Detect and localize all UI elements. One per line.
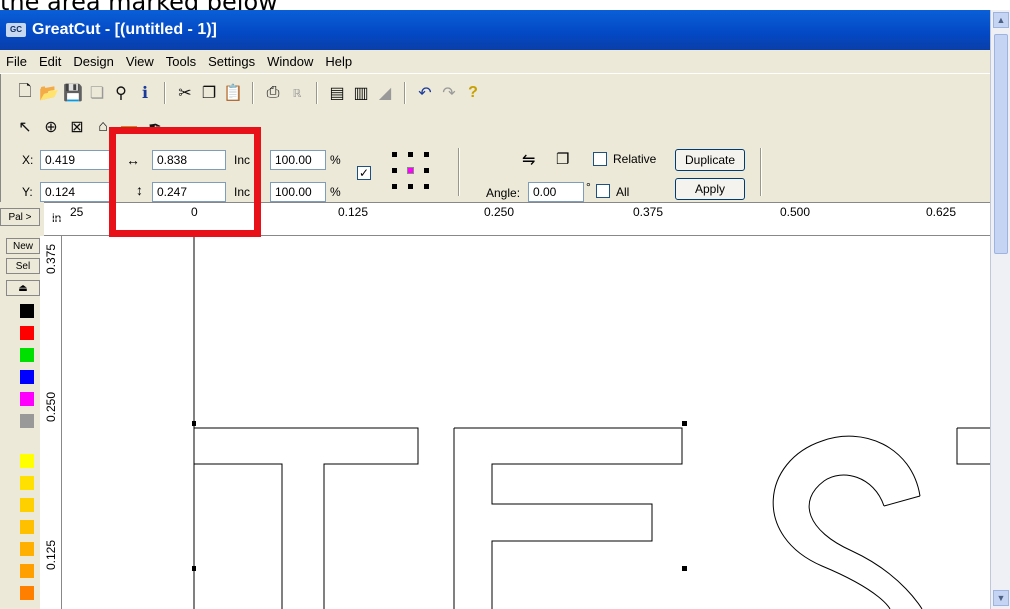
swatch-yellow-3[interactable] [20,498,34,512]
separator [458,148,460,196]
angle-label: Angle: [486,186,521,200]
swatch-blue[interactable] [20,370,34,384]
gray-icon[interactable]: ❏ [86,82,108,104]
caption: the area marked below [0,0,1010,10]
swatch-orange-1[interactable] [20,542,34,556]
window-title: GreatCut - [(untitled - 1)] [32,21,217,38]
anchor-tl[interactable] [392,152,397,157]
copy-props-icon[interactable]: ❐ [556,150,569,168]
swatch-orange-2[interactable] [20,564,34,578]
toolbar-separator [252,82,254,104]
new-button[interactable]: New [6,238,40,254]
register-icon[interactable]: ℝ [286,82,308,104]
swatch-red[interactable] [20,326,34,340]
proportional-checkbox[interactable]: ✓ [357,166,371,180]
menu-help[interactable]: Help [319,54,358,69]
menu-settings[interactable]: Settings [202,54,261,69]
toolbar-separator [404,82,406,104]
menu-file[interactable]: File [0,54,33,69]
highlight-box [109,127,261,237]
pct-h-label: % [330,185,341,199]
separator [760,148,762,196]
x-field[interactable]: 0.419 [40,150,110,170]
swatch-yellow-1[interactable] [20,454,34,468]
paste-icon[interactable]: 📋 [222,82,244,104]
new-icon[interactable]: 🗋 [14,82,36,104]
anchor-br[interactable] [424,184,429,189]
scroll-down-icon[interactable]: ▼ [993,590,1009,606]
page-icon[interactable]: ▤ [326,82,348,104]
duplicate-button[interactable]: Duplicate [675,149,745,171]
greatcut-app-icon: GC [6,23,26,37]
y-label: Y: [22,185,33,199]
degree-label: ° [586,180,591,194]
anchor-mr[interactable] [424,168,429,173]
scroll-thumb[interactable] [994,34,1008,254]
vertical-scrollbar[interactable]: ▲ ▼ [990,10,1010,609]
pct-w-label: % [330,153,341,167]
node-icon[interactable]: ⊕ [40,116,62,138]
export-icon[interactable]: ▥ [350,82,372,104]
swatch-magenta[interactable] [20,392,34,406]
drawing-canvas[interactable] [62,236,990,609]
sel-button[interactable]: Sel [6,258,40,274]
copy-icon[interactable]: ❐ [198,82,220,104]
anchor-ml[interactable] [392,168,397,173]
relative-label: Relative [613,152,657,166]
undo-icon[interactable]: ↶ [414,82,436,104]
anchor-tc[interactable] [408,152,413,157]
frame-icon[interactable]: ⊠ [66,116,88,138]
y-field[interactable]: 0.124 [40,182,110,202]
help-icon[interactable]: ? [462,82,484,104]
title-bar: GC GreatCut - [(untitled - 1)] [0,10,990,50]
ruler-label: 0.125 [44,539,59,571]
eraser-icon[interactable]: ◢ [374,82,396,104]
menu-bar: File Edit Design View Tools Settings Win… [0,50,990,74]
toolbar-separator [164,82,166,104]
all-checkbox[interactable] [596,184,610,198]
x-label: X: [22,153,34,167]
anchor-center[interactable] [407,167,414,174]
menu-edit[interactable]: Edit [33,54,67,69]
pointer-icon[interactable]: ↖ [14,116,36,138]
eject-icon[interactable]: ⏏ [6,280,40,296]
ruler-label: 0.375 [44,243,59,275]
pal-button[interactable]: Pal > [0,208,40,226]
open-icon[interactable]: 📂 [38,82,60,104]
design-drawing [192,236,990,609]
save-icon[interactable]: 💾 [62,82,84,104]
relative-checkbox[interactable] [593,152,607,166]
swatch-black[interactable] [20,304,34,318]
scale-h-field[interactable]: 100.00 [270,182,326,202]
preview-icon[interactable]: ⚲ [110,82,132,104]
main-toolbar: 🗋 📂 💾 ❏ ⚲ ℹ ✂ ❐ 📋 ⎙ ℝ ▤ ▥ ◢ ↶ ↷ ? [0,76,990,110]
ruler-label: 0.250 [44,391,59,423]
toolbar-separator [316,82,318,104]
cut-icon[interactable]: ✂ [174,82,196,104]
scale-w-field[interactable]: 100.00 [270,150,326,170]
swatch-orange-3[interactable] [20,586,34,600]
swatch-yellow-2[interactable] [20,476,34,490]
swatch-gray[interactable] [20,414,34,428]
rotate-icon[interactable]: ⇋ [522,150,535,170]
anchor-bc[interactable] [408,184,413,189]
color-palette: Pal > New Sel ⏏ [0,202,40,609]
swatch-yellow-4[interactable] [20,520,34,534]
menu-window[interactable]: Window [261,54,319,69]
menu-view[interactable]: View [120,54,160,69]
scroll-up-icon[interactable]: ▲ [993,12,1009,28]
angle-field[interactable]: 0.00 [528,182,584,202]
vertical-ruler: 0.375 0.250 0.125 [40,236,62,609]
anchor-bl[interactable] [392,184,397,189]
anchor-tr[interactable] [424,152,429,157]
menu-design[interactable]: Design [67,54,119,69]
menu-tools[interactable]: Tools [160,54,202,69]
swatch-green[interactable] [20,348,34,362]
redo-icon[interactable]: ↷ [438,82,460,104]
print-icon[interactable]: ⎙ [262,82,284,104]
apply-button[interactable]: Apply [675,178,745,200]
all-label: All [616,185,630,199]
info-icon[interactable]: ℹ [134,82,156,104]
